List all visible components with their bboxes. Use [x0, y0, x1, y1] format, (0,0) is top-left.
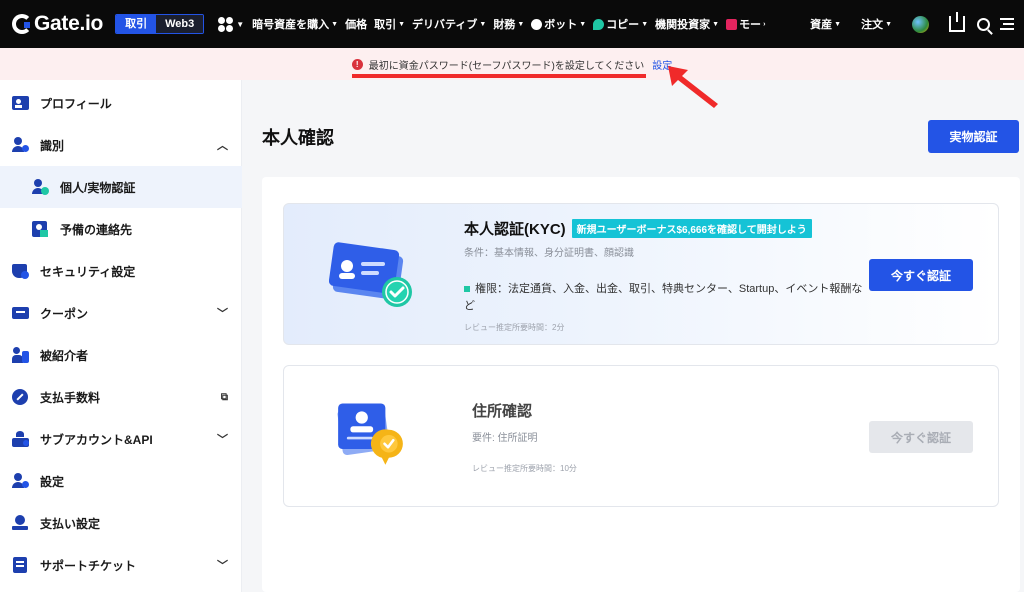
chevron-down-icon: ▼ [398, 20, 406, 28]
address-card-pin-icon [337, 403, 403, 465]
gate-logo[interactable]: Gate.io [12, 12, 103, 36]
notice-text: 最初に資金パスワード(セーフパスワード)を設定してください [368, 60, 645, 72]
annotation-underline [352, 74, 646, 78]
chevron-down-icon: ▼ [712, 20, 720, 28]
contact-icon [32, 221, 49, 237]
id-card-check-icon [329, 242, 412, 307]
referral-icon [12, 347, 29, 363]
nav-orders[interactable]: 注文 ▼ [861, 16, 892, 32]
kyc-permissions: 権限：法定通貨、入金、出金、取引、特典センター、Startup、イベント報酬など [464, 283, 863, 312]
external-link-icon: ⧉ [220, 391, 228, 403]
address-review-time: レビュー推定所要時間：10分 [472, 464, 577, 473]
nav-right-group: 資産 ▼ 注文 ▼ [810, 0, 1014, 48]
kyc-conditions: 条件：基本情報、身分証明書、顔認識 [464, 248, 634, 259]
nav-buy-crypto[interactable]: 暗号資産を購入 ▼ [252, 16, 338, 32]
sidebar-item-payment-settings[interactable]: 支払い設定 [0, 502, 242, 544]
sidebar-item-profile[interactable]: プロフィール [0, 82, 242, 124]
nav-markets[interactable]: 価格 [345, 16, 367, 32]
moments-icon [726, 18, 738, 30]
chevron-down-icon: ﹀ [217, 308, 228, 320]
sidebar-item-security[interactable]: セキュリティ設定 [0, 250, 242, 292]
identity-icon [12, 137, 29, 153]
sidebar-item-support-ticket[interactable]: サポートチケット ﹀ [0, 544, 242, 586]
chevron-down-icon: ▼ [517, 20, 525, 28]
ticket-icon [12, 557, 29, 573]
sidebar-item-referrals[interactable]: 被紹介者 [0, 334, 242, 376]
address-requirements: 要件: 住所証明 [472, 433, 538, 444]
sidebar-item-settings[interactable]: 設定 [0, 460, 242, 502]
nav-assets[interactable]: 資産 ▼ [810, 16, 841, 32]
menu-icon[interactable] [1000, 18, 1014, 30]
kyc-card: 本人認証(KYC) 新規ユーザーボーナス$6,666を確認して開封しよう 条件：… [283, 203, 999, 345]
profile-icon [12, 95, 29, 111]
nav-derivatives[interactable]: デリバティブ ▼ [412, 16, 486, 32]
kyc-review-time: レビュー推定所要時間：2分 [464, 323, 565, 332]
chevron-up-icon: ︿ [217, 140, 228, 152]
chevron-right-icon: › [763, 20, 766, 28]
sidebar-item-subaccount-api[interactable]: サブアカウント&API ﹀ [0, 418, 242, 460]
chevron-down-icon: ▼ [641, 20, 649, 28]
coupon-icon [12, 305, 29, 321]
search-icon[interactable] [977, 17, 990, 31]
apps-caret-icon[interactable]: ▼ [236, 20, 244, 29]
settings-icon [12, 473, 29, 489]
mode-trade-tab[interactable]: 取引 [116, 15, 157, 33]
mode-web3-tab[interactable]: Web3 [156, 15, 204, 33]
download-icon[interactable] [949, 12, 965, 32]
chevron-down-icon: ▼ [479, 20, 487, 28]
chevron-down-icon: ▼ [885, 20, 892, 28]
chevron-down-icon: ﹀ [217, 560, 228, 572]
verified-user-icon [32, 179, 49, 195]
brand-name: Gate.io [34, 12, 104, 35]
entity-verification-button[interactable]: 実物認証 [928, 120, 1019, 153]
payment-icon [12, 515, 29, 531]
fee-icon [12, 389, 29, 405]
warning-icon: ! [351, 58, 363, 70]
nav-finance[interactable]: 財務 ▼ [493, 16, 524, 32]
address-verify-now-button[interactable]: 今すぐ認証 [869, 421, 973, 453]
mode-switch[interactable]: 取引 Web3 [115, 14, 205, 34]
account-sidebar: プロフィール 識別 ︿ 個人/実物認証 予備の連絡先 セキュリティ設定 クーポン… [0, 80, 242, 592]
nav-institutional[interactable]: 機関投資家 ▼ [655, 16, 719, 32]
chevron-down-icon: ﹀ [217, 434, 228, 446]
sidebar-item-personal-verification[interactable]: 個人/実物認証 [0, 166, 242, 208]
logo-mark-icon [12, 14, 32, 34]
nav-bot[interactable]: ボット ▼ [531, 16, 586, 32]
sidebar-item-fees[interactable]: 支払手数料 ⧉ [0, 376, 242, 418]
sidebar-item-coupon[interactable]: クーポン ﹀ [0, 292, 242, 334]
kyc-verify-now-button[interactable]: 今すぐ認証 [869, 259, 973, 291]
security-icon [12, 263, 29, 279]
kyc-card-title: 本人認証(KYC) 新規ユーザーボーナス$6,666を確認して開封しよう [464, 218, 812, 239]
sidebar-item-identity[interactable]: 識別 ︿ [0, 124, 242, 166]
subaccount-icon [12, 431, 29, 447]
top-navigation: Gate.io 取引 Web3 ▼ 暗号資産を購入 ▼ 価格 取引 ▼ デリバティブ… [0, 0, 1024, 48]
address-card: 住所確認 要件: 住所証明 レビュー推定所要時間：10分 今すぐ認証 [283, 365, 999, 507]
annotation-arrow-icon [668, 66, 718, 108]
bullet-icon [464, 286, 470, 293]
copy-flame-icon [593, 18, 605, 30]
nav-copy[interactable]: コピー ▼ [593, 16, 648, 32]
avatar[interactable] [912, 15, 929, 33]
sidebar-item-backup-contact[interactable]: 予備の連絡先 [0, 208, 242, 250]
nav-more[interactable]: モー › [726, 16, 765, 32]
bonus-badge[interactable]: 新規ユーザーボーナス$6,666を確認して開封しよう [571, 219, 812, 238]
bot-icon [531, 18, 543, 30]
address-card-title: 住所確認 [472, 403, 533, 420]
chevron-down-icon: ▼ [579, 20, 587, 28]
page-title: 本人確認 [262, 128, 334, 148]
chevron-down-icon: ▼ [331, 20, 339, 28]
chevron-down-icon: ▼ [834, 20, 842, 28]
apps-grid-icon[interactable] [218, 16, 234, 32]
nav-trade[interactable]: 取引 ▼ [374, 16, 405, 32]
